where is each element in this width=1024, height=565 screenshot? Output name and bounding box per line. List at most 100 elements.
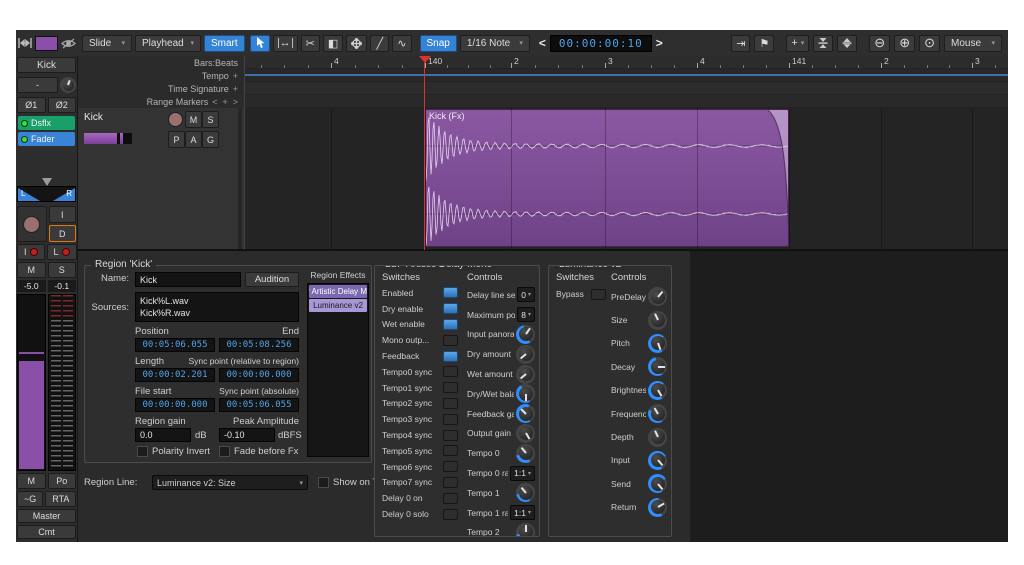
lsp-switch-tempo4-sync[interactable] — [443, 430, 458, 441]
playhead-marker[interactable] — [419, 56, 431, 63]
nudge-icon[interactable]: ⇥ — [731, 35, 750, 52]
edit-mode-dropdown[interactable]: Slide▾ — [82, 35, 132, 52]
shrink-tracks-button[interactable] — [813, 35, 833, 52]
region-gain-input[interactable]: 0.0 — [135, 428, 191, 442]
zoom-fit-icon[interactable]: ⊙ — [919, 35, 940, 52]
stretch-tool-button[interactable]: ◧ — [323, 35, 343, 52]
luminance-knob-return[interactable] — [648, 498, 667, 517]
lsp-dropdown-tempo-1-ratio[interactable]: 1:1▾ — [510, 505, 535, 520]
region-name-input[interactable]: Kick — [135, 272, 241, 287]
phase-button-1[interactable]: Ø1 — [17, 97, 46, 113]
fader-handle[interactable] — [19, 352, 44, 354]
lsp-knob-wet-amount[interactable] — [516, 365, 535, 384]
lsp-switch-tempo1-sync[interactable] — [443, 382, 458, 393]
strip-m-button[interactable]: M — [17, 473, 46, 489]
luminance-knob-brightness[interactable] — [648, 381, 667, 400]
cut-tool-button[interactable]: ✂ — [301, 35, 320, 52]
processor-dsflx[interactable]: Dsflx — [18, 116, 75, 130]
region-effects-list[interactable]: P Artistic Delay MoLuminance v2 — [307, 283, 369, 457]
trim-knob[interactable] — [60, 77, 76, 93]
region-line-dropdown[interactable]: Luminance v2: Size▾ — [152, 475, 308, 490]
audition-tool-button[interactable] — [346, 35, 367, 52]
fit-horizontal-icon[interactable] — [18, 35, 32, 51]
smart-mode-button[interactable]: Smart — [204, 35, 245, 52]
audition-button[interactable]: Audition — [245, 272, 299, 287]
lsp-dropdown-maximum-poss-[interactable]: 8▾ — [517, 307, 535, 322]
luminance-knob-predelay[interactable] — [648, 287, 667, 306]
luminance-knob-size[interactable] — [648, 311, 667, 330]
length-input[interactable]: 00:00:02.201 — [135, 368, 215, 382]
gain-display[interactable]: -5.0 — [17, 280, 46, 292]
lsp-knob-dry-amount[interactable] — [516, 345, 535, 364]
luminance-switch-bypass[interactable] — [591, 289, 606, 300]
lsp-dropdown-delay-line-selec-[interactable]: 0▾ — [517, 287, 535, 302]
bars-beats-ruler[interactable]: 414023414123 — [245, 56, 1008, 69]
ruler-label-bars-beats[interactable]: Bars:Beats — [78, 56, 244, 69]
luminance-knob-input[interactable] — [648, 451, 667, 470]
track-color-swatch[interactable] — [35, 36, 58, 51]
lsp-switch-feedback[interactable] — [443, 351, 458, 362]
lsp-switch-tempo6-sync[interactable] — [443, 461, 458, 472]
next-punch-button[interactable]: > — [653, 36, 666, 50]
input-button[interactable]: I — [49, 206, 77, 223]
range-tool-button[interactable]: ↔ — [273, 35, 298, 52]
range-markers-ruler[interactable] — [245, 95, 1008, 108]
position-input[interactable]: 00:05:06.055 — [135, 338, 215, 352]
comments-button[interactable]: Cmt — [17, 525, 76, 539]
monitor-i-button[interactable]: I — [17, 244, 45, 260]
lsp-knob-input-panorama[interactable] — [516, 325, 535, 344]
polarity-invert-checkbox[interactable]: Polarity Invert — [137, 446, 210, 457]
track-scrollbar[interactable] — [238, 108, 242, 249]
fade-before-fx-checkbox[interactable]: Fade before Fx — [219, 446, 298, 457]
audio-region-kick[interactable]: Kick (Fx) — [425, 109, 789, 247]
marker-icon[interactable]: ⚑ — [754, 35, 774, 52]
track-record-button[interactable] — [168, 112, 183, 127]
lsp-switch-tempo0-sync[interactable] — [443, 366, 458, 377]
file-start-input[interactable]: 00:00:00.000 — [135, 398, 215, 412]
lsp-switch-enabled[interactable] — [443, 287, 458, 298]
zoom-out-icon[interactable]: ⊖ — [869, 35, 890, 52]
pan-widget[interactable]: L R — [17, 174, 76, 204]
lsp-switch-dry-enable[interactable] — [443, 303, 458, 314]
snap-button[interactable]: Snap — [420, 35, 457, 52]
luminance-knob-frequency[interactable] — [648, 404, 667, 423]
track-group-button[interactable]: G — [202, 131, 219, 148]
prev-punch-button[interactable]: < — [536, 36, 549, 50]
automation-tool-button[interactable]: ∿ — [392, 35, 411, 52]
lsp-switch-tempo3-sync[interactable] — [443, 414, 458, 425]
ruler-label-tempo[interactable]: Tempo+ — [78, 69, 244, 82]
grid-dropdown[interactable]: 1/16 Note▾ — [460, 35, 530, 52]
grab-tool-button[interactable] — [250, 35, 270, 52]
track-mute-button[interactable]: M — [185, 111, 202, 128]
ruler-action-add[interactable]: + — [233, 71, 238, 81]
strip-g-button[interactable]: ~G — [17, 491, 43, 507]
luminance-knob-depth[interactable] — [648, 428, 667, 447]
ruler-action-next[interactable]: > — [233, 97, 238, 107]
processor-box-space[interactable] — [17, 148, 76, 174]
lsp-switch-wet-enable[interactable] — [443, 319, 458, 330]
lsp-knob-tempo-2[interactable] — [516, 523, 535, 537]
edit-point-dropdown[interactable]: Playhead▾ — [135, 35, 201, 52]
lsp-switch-delay-0-solo[interactable] — [443, 509, 458, 520]
track-header-name[interactable]: Kick — [84, 112, 103, 123]
trim-display[interactable]: - — [17, 77, 58, 93]
record-enable-button[interactable] — [17, 206, 47, 242]
disk-button[interactable]: D — [49, 225, 77, 242]
add-marker-dropdown[interactable]: +▾ — [786, 35, 809, 52]
ruler-label-time-signature[interactable]: Time Signature+ — [78, 82, 244, 95]
track-solo-button[interactable]: S — [202, 111, 219, 128]
lsp-knob-output-gain[interactable] — [516, 424, 535, 443]
strip-po-button[interactable]: Po — [48, 473, 77, 489]
lsp-knob-tempo-0[interactable] — [516, 444, 535, 463]
lsp-switch-tempo7-sync[interactable] — [443, 477, 458, 488]
lsp-knob-feedback-gain[interactable] — [516, 404, 535, 423]
playhead-line[interactable] — [424, 56, 425, 250]
monitor-l-button[interactable]: L — [47, 244, 77, 260]
draw-tool-button[interactable]: ╱ — [370, 35, 389, 52]
peak-amplitude-input[interactable]: -0.10 — [219, 428, 275, 442]
lsp-switch-tempo5-sync[interactable] — [443, 445, 458, 456]
timecode-display[interactable]: 00:00:00:10 — [550, 35, 652, 52]
region-effect-item[interactable]: Luminance v2 — [309, 299, 367, 312]
solo-button[interactable]: S — [48, 262, 77, 278]
sync-abs-input[interactable]: 00:05:06.055 — [219, 398, 299, 412]
